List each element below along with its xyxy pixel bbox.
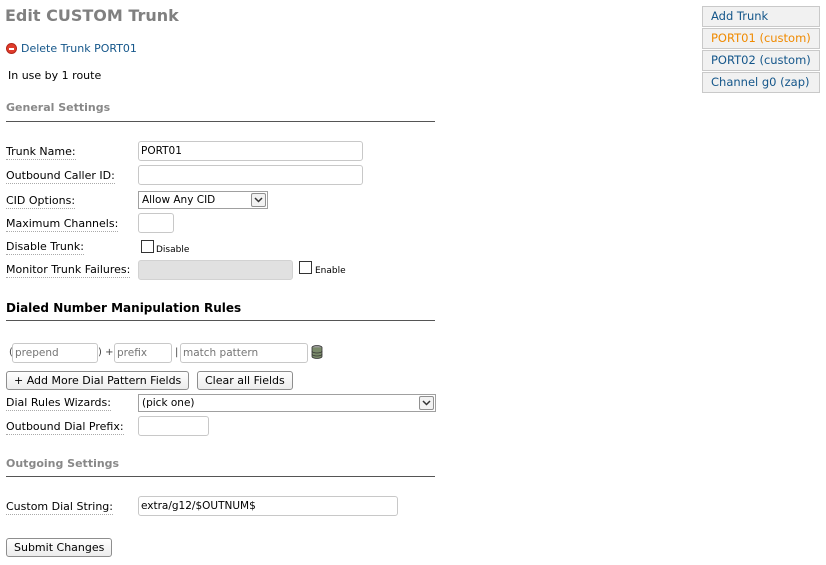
dial-rules-heading: Dialed Number Manipulation Rules	[6, 301, 242, 315]
chevron-down-icon[interactable]	[251, 193, 266, 207]
outbound-dial-prefix-label: Outbound Dial Prefix:	[6, 420, 124, 435]
disable-checkbox-label: Disable	[156, 245, 190, 255]
prefix-input[interactable]	[114, 343, 172, 363]
cid-options-select[interactable]: Allow Any CID	[138, 191, 268, 209]
outbound-caller-id-input[interactable]	[138, 165, 363, 185]
trunk-list-item-port02[interactable]: PORT02 (custom)	[702, 50, 820, 71]
monitor-enable-checkbox[interactable]	[299, 261, 312, 274]
outbound-dial-prefix-input[interactable]	[138, 416, 209, 436]
trunk-list: Add Trunk PORT01 (custom) PORT02 (custom…	[702, 6, 820, 94]
delete-trunk-link[interactable]: Delete Trunk PORT01	[6, 41, 137, 55]
enable-checkbox-label: Enable	[315, 266, 346, 276]
maximum-channels-input[interactable]	[138, 213, 174, 233]
monitor-trunk-failures-label: Monitor Trunk Failures:	[6, 263, 131, 278]
trash-can-icon[interactable]	[311, 345, 323, 359]
section-divider	[6, 476, 435, 477]
monitor-trunk-failures-input	[138, 260, 293, 280]
add-dial-pattern-button[interactable]: + Add More Dial Pattern Fields	[6, 371, 190, 390]
maximum-channels-label: Maximum Channels:	[6, 217, 119, 232]
custom-dial-string-input[interactable]	[138, 496, 398, 516]
trunk-list-item-channel-g0[interactable]: Channel g0 (zap)	[702, 72, 820, 93]
minus-circle-icon	[6, 42, 17, 54]
section-divider	[6, 121, 435, 122]
trunk-list-item-port01[interactable]: PORT01 (custom)	[702, 28, 820, 49]
section-divider	[6, 320, 435, 321]
dial-rules-wizards-label: Dial Rules Wizards:	[6, 396, 111, 411]
trunk-list-item-add[interactable]: Add Trunk	[702, 6, 820, 27]
pipe-separator-text: |	[175, 347, 179, 358]
dial-rules-wizards-select[interactable]: (pick one)	[138, 394, 436, 412]
cid-options-label: CID Options:	[6, 194, 76, 209]
chevron-down-icon[interactable]	[419, 396, 434, 410]
trunk-name-label: Trunk Name:	[6, 145, 76, 160]
outbound-caller-id-label: Outbound Caller ID:	[6, 169, 115, 184]
in-use-text: In use by 1 route	[8, 69, 102, 82]
submit-changes-button[interactable]: Submit Changes	[6, 538, 113, 557]
match-pattern-input[interactable]	[180, 343, 308, 363]
outgoing-settings-heading: Outgoing Settings	[6, 457, 120, 470]
close-paren-plus-text: ) +	[98, 347, 114, 358]
general-settings-heading: General Settings	[6, 101, 111, 114]
custom-dial-string-label: Custom Dial String:	[6, 500, 113, 515]
disable-trunk-checkbox[interactable]	[141, 240, 154, 253]
page-title: Edit CUSTOM Trunk	[5, 6, 179, 25]
dial-rules-wizards-value: (pick one)	[142, 397, 195, 409]
trunk-name-input[interactable]	[138, 141, 363, 161]
disable-trunk-label: Disable Trunk:	[6, 240, 84, 255]
cid-options-value: Allow Any CID	[142, 194, 216, 206]
clear-all-fields-button[interactable]: Clear all Fields	[197, 371, 293, 390]
prepend-input[interactable]	[12, 343, 98, 363]
delete-trunk-label[interactable]: Delete Trunk PORT01	[21, 42, 137, 55]
